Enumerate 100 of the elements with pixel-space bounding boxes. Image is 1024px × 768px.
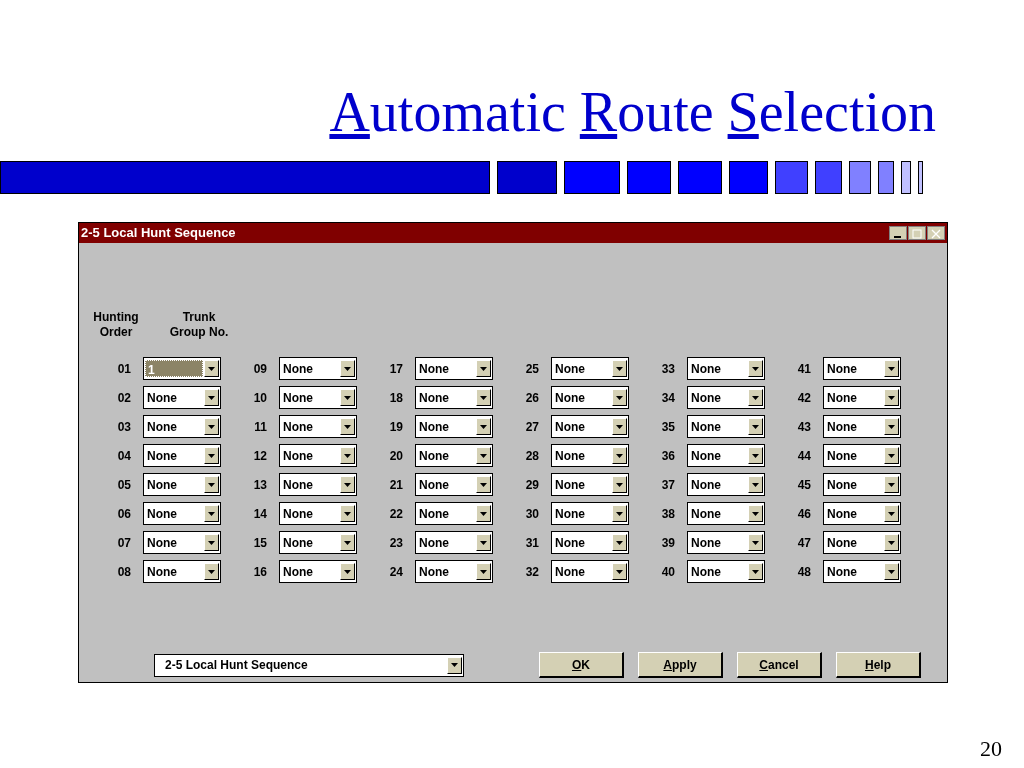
trunk-group-dropdown[interactable]: None <box>279 357 357 380</box>
dropdown-arrow-button[interactable] <box>884 534 899 551</box>
dropdown-arrow-button[interactable] <box>612 360 627 377</box>
dropdown-arrow-button[interactable] <box>447 656 462 674</box>
trunk-group-dropdown[interactable]: None <box>551 415 629 438</box>
dropdown-arrow-button[interactable] <box>476 447 491 464</box>
trunk-group-dropdown[interactable]: None <box>687 502 765 525</box>
trunk-group-dropdown[interactable]: None <box>823 415 901 438</box>
trunk-group-dropdown[interactable]: None <box>143 531 221 554</box>
dropdown-arrow-button[interactable] <box>748 534 763 551</box>
trunk-group-dropdown[interactable]: None <box>687 560 765 583</box>
dropdown-arrow-button[interactable] <box>748 447 763 464</box>
trunk-group-dropdown[interactable]: 1 <box>143 357 221 380</box>
dropdown-arrow-button[interactable] <box>476 534 491 551</box>
dropdown-arrow-button[interactable] <box>476 505 491 522</box>
dropdown-arrow-button[interactable] <box>204 360 219 377</box>
dropdown-arrow-button[interactable] <box>204 418 219 435</box>
dropdown-arrow-button[interactable] <box>612 389 627 406</box>
dropdown-arrow-button[interactable] <box>476 360 491 377</box>
dropdown-arrow-button[interactable] <box>204 505 219 522</box>
trunk-group-dropdown[interactable]: None <box>823 502 901 525</box>
dropdown-arrow-button[interactable] <box>476 476 491 493</box>
dropdown-arrow-button[interactable] <box>884 476 899 493</box>
dropdown-arrow-button[interactable] <box>340 534 355 551</box>
dropdown-arrow-button[interactable] <box>884 563 899 580</box>
trunk-group-dropdown[interactable]: None <box>687 531 765 554</box>
dropdown-arrow-button[interactable] <box>748 476 763 493</box>
trunk-group-dropdown[interactable]: None <box>143 473 221 496</box>
trunk-group-dropdown[interactable]: None <box>551 531 629 554</box>
trunk-group-dropdown[interactable]: None <box>823 386 901 409</box>
dropdown-arrow-button[interactable] <box>884 360 899 377</box>
dropdown-arrow-button[interactable] <box>748 389 763 406</box>
dialog-button[interactable]: Cancel <box>737 652 822 678</box>
trunk-group-dropdown[interactable]: None <box>415 444 493 467</box>
dropdown-arrow-button[interactable] <box>612 505 627 522</box>
trunk-group-dropdown[interactable]: None <box>415 386 493 409</box>
dropdown-arrow-button[interactable] <box>612 476 627 493</box>
trunk-group-dropdown[interactable]: None <box>551 386 629 409</box>
trunk-group-dropdown[interactable]: None <box>143 560 221 583</box>
dropdown-arrow-button[interactable] <box>748 360 763 377</box>
dropdown-arrow-button[interactable] <box>884 389 899 406</box>
dropdown-arrow-button[interactable] <box>612 418 627 435</box>
trunk-group-dropdown[interactable]: None <box>279 560 357 583</box>
dropdown-arrow-button[interactable] <box>340 360 355 377</box>
trunk-group-dropdown[interactable]: None <box>415 357 493 380</box>
dropdown-arrow-button[interactable] <box>884 447 899 464</box>
dialog-button[interactable]: OK <box>539 652 624 678</box>
trunk-group-dropdown[interactable]: None <box>415 473 493 496</box>
trunk-group-dropdown[interactable]: None <box>279 444 357 467</box>
trunk-group-dropdown[interactable]: None <box>551 502 629 525</box>
dialog-button[interactable]: Apply <box>638 652 723 678</box>
close-icon[interactable] <box>927 226 945 240</box>
trunk-group-dropdown[interactable]: None <box>823 560 901 583</box>
trunk-group-dropdown[interactable]: None <box>823 473 901 496</box>
trunk-group-dropdown[interactable]: None <box>279 386 357 409</box>
trunk-group-dropdown[interactable]: None <box>279 531 357 554</box>
dropdown-arrow-button[interactable] <box>748 418 763 435</box>
trunk-group-dropdown[interactable]: None <box>415 560 493 583</box>
dropdown-arrow-button[interactable] <box>340 418 355 435</box>
trunk-group-dropdown[interactable]: None <box>143 386 221 409</box>
dropdown-arrow-button[interactable] <box>612 447 627 464</box>
trunk-group-dropdown[interactable]: None <box>551 444 629 467</box>
dropdown-arrow-button[interactable] <box>340 505 355 522</box>
dropdown-arrow-button[interactable] <box>204 447 219 464</box>
screen-select-dropdown[interactable]: 2-5 Local Hunt Sequence <box>154 653 464 677</box>
dropdown-arrow-button[interactable] <box>204 476 219 493</box>
trunk-group-dropdown[interactable]: None <box>551 357 629 380</box>
dropdown-arrow-button[interactable] <box>204 389 219 406</box>
dropdown-arrow-button[interactable] <box>476 563 491 580</box>
trunk-group-dropdown[interactable]: None <box>415 415 493 438</box>
trunk-group-dropdown[interactable]: None <box>551 560 629 583</box>
trunk-group-dropdown[interactable]: None <box>551 473 629 496</box>
dropdown-arrow-button[interactable] <box>340 563 355 580</box>
dropdown-arrow-button[interactable] <box>340 389 355 406</box>
dialog-button[interactable]: Help <box>836 652 921 678</box>
trunk-group-dropdown[interactable]: None <box>687 473 765 496</box>
trunk-group-dropdown[interactable]: None <box>143 444 221 467</box>
trunk-group-dropdown[interactable]: None <box>687 386 765 409</box>
trunk-group-dropdown[interactable]: None <box>279 502 357 525</box>
dropdown-arrow-button[interactable] <box>340 476 355 493</box>
dropdown-arrow-button[interactable] <box>612 534 627 551</box>
dropdown-arrow-button[interactable] <box>884 505 899 522</box>
dropdown-arrow-button[interactable] <box>748 505 763 522</box>
trunk-group-dropdown[interactable]: None <box>143 415 221 438</box>
dropdown-arrow-button[interactable] <box>476 418 491 435</box>
dropdown-arrow-button[interactable] <box>612 563 627 580</box>
dropdown-arrow-button[interactable] <box>204 563 219 580</box>
trunk-group-dropdown[interactable]: None <box>687 357 765 380</box>
dropdown-arrow-button[interactable] <box>884 418 899 435</box>
trunk-group-dropdown[interactable]: None <box>823 357 901 380</box>
trunk-group-dropdown[interactable]: None <box>823 531 901 554</box>
dropdown-arrow-button[interactable] <box>204 534 219 551</box>
minimize-icon[interactable] <box>889 226 907 240</box>
trunk-group-dropdown[interactable]: None <box>687 444 765 467</box>
trunk-group-dropdown[interactable]: None <box>687 415 765 438</box>
trunk-group-dropdown[interactable]: None <box>823 444 901 467</box>
trunk-group-dropdown[interactable]: None <box>415 531 493 554</box>
trunk-group-dropdown[interactable]: None <box>279 473 357 496</box>
dropdown-arrow-button[interactable] <box>340 447 355 464</box>
dropdown-arrow-button[interactable] <box>748 563 763 580</box>
